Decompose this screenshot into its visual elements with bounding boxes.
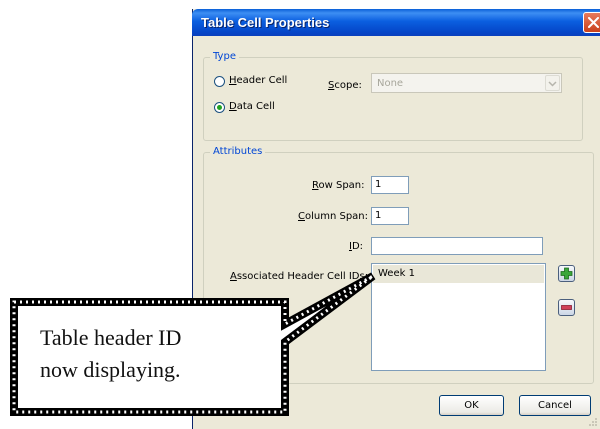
cancel-button[interactable]: Cancel: [519, 395, 591, 416]
column-span-input[interactable]: 1: [371, 207, 409, 225]
radio-selected-dot: [217, 105, 222, 110]
callout-line-2: now displaying.: [40, 357, 181, 382]
title-bar[interactable]: Table Cell Properties: [192, 9, 600, 36]
row-span-input[interactable]: 1: [371, 176, 409, 194]
data-cell-radio[interactable]: [214, 102, 225, 113]
column-span-label: Column Span:: [298, 211, 369, 222]
minus-icon: [561, 305, 572, 310]
dialog-title: Table Cell Properties: [201, 15, 330, 30]
scope-dropdown-button[interactable]: [545, 75, 560, 91]
chevron-down-icon: [548, 81, 557, 87]
scope-select[interactable]: None: [371, 73, 562, 93]
type-group: Type Header Cell Data Cell Scope: None: [203, 51, 583, 141]
header-cell-radio[interactable]: [214, 76, 225, 87]
callout-text: Table header ID now displaying.: [40, 322, 290, 386]
callout-line-1: Table header ID: [40, 325, 182, 350]
plus-icon: [560, 267, 573, 280]
associated-header-ids-label: Associated Header Cell IDs:: [230, 271, 369, 282]
id-input[interactable]: [371, 237, 543, 255]
attributes-legend: Attributes: [210, 146, 266, 157]
list-item[interactable]: Week 1: [373, 265, 544, 283]
remove-header-id-button[interactable]: [558, 299, 575, 316]
header-cell-label[interactable]: Header Cell: [229, 75, 287, 86]
scope-label: Scope:: [328, 80, 362, 91]
add-header-id-button[interactable]: [558, 265, 575, 282]
ok-button[interactable]: OK: [439, 395, 504, 416]
row-span-label: Row Span:: [312, 180, 365, 191]
resize-grip-icon[interactable]: [588, 417, 598, 427]
close-icon: [588, 17, 599, 28]
data-cell-label[interactable]: Data Cell: [229, 101, 275, 112]
scope-value: None: [377, 78, 404, 89]
close-button[interactable]: [583, 12, 600, 33]
type-legend: Type: [210, 51, 239, 62]
id-label: ID:: [349, 241, 364, 252]
associated-header-ids-list[interactable]: Week 1: [371, 263, 546, 371]
